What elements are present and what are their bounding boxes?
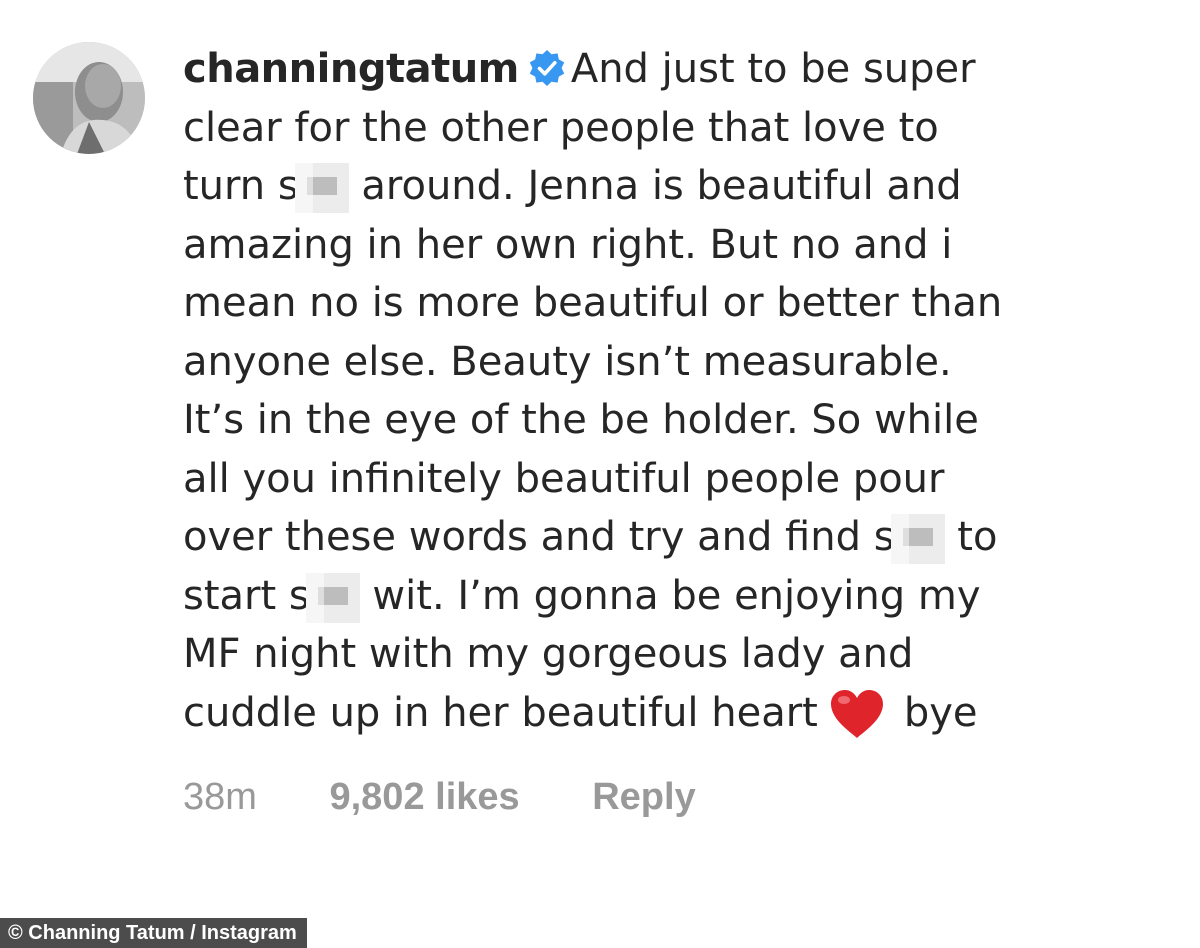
profile-photo-icon <box>33 42 145 154</box>
verified-badge-icon <box>529 50 565 86</box>
comment-line: mean no is more beautiful or better than <box>183 274 1173 333</box>
comment-text: around. Jenna is beautiful and <box>348 163 962 209</box>
comment-line: cuddle up in her beautiful heart bye <box>183 684 1173 743</box>
timestamp-link[interactable]: 38m <box>183 776 257 819</box>
comment-meta: 38m 9,802 likes Reply <box>183 776 696 819</box>
comment-line: MF night with my gorgeous lady and <box>183 625 1173 684</box>
comment-line: clear for the other people that love to <box>183 99 1173 158</box>
comment-text: bye <box>903 689 978 736</box>
avatar[interactable] <box>33 42 145 154</box>
comment-line: channingtatum And just to be super <box>183 40 1173 99</box>
username-link[interactable]: channingtatum <box>183 46 519 92</box>
comment-body: channingtatum And just to be super clear… <box>183 40 1173 742</box>
comment-text: to <box>944 514 998 560</box>
comment-text: amazing in her own right. But no and i <box>183 221 953 268</box>
comment-text: wit. I’m gonna be enjoying my <box>359 572 981 619</box>
comment-text: turn s <box>183 163 299 209</box>
comment-text: over these words and try and find s <box>183 514 895 560</box>
comment-line: anyone else. Beauty isn’t measurable. <box>183 333 1173 392</box>
comment-text: mean no is more beautiful or better than <box>183 280 1003 326</box>
comment-text: It’s in the eye of the be holder. So whi… <box>183 397 979 443</box>
comment-line: amazing in her own right. But no and i <box>183 216 1173 275</box>
photo-credit: © Channing Tatum / Instagram <box>0 918 307 948</box>
comment-line: over these words and try and find s to <box>183 508 1173 567</box>
likes-count-button[interactable]: 9,802 likes <box>329 776 519 819</box>
comment-text: And just to be super <box>570 46 976 92</box>
comment-line: start s wit. I’m gonna be enjoying my <box>183 567 1173 626</box>
comment-text: cuddle up in her beautiful heart <box>183 689 818 736</box>
reply-button[interactable]: Reply <box>592 776 695 819</box>
comment-text: clear for the other people that love to <box>183 104 939 151</box>
comment-line: all you infinitely beautiful people pour <box>183 450 1173 509</box>
censor-block <box>294 163 349 213</box>
comment-text: all you infinitely beautiful people pour <box>183 455 945 502</box>
comment-text: anyone else. Beauty isn’t measurable. <box>183 338 952 385</box>
censor-block <box>890 514 945 564</box>
comment-line: turn s around. Jenna is beautiful and <box>183 157 1173 216</box>
comment-text: start s <box>183 572 310 619</box>
comment-line: It’s in the eye of the be holder. So whi… <box>183 391 1173 450</box>
heart-icon <box>830 689 883 738</box>
censor-block <box>305 572 360 623</box>
comment-text: MF night with my gorgeous lady and <box>183 631 914 677</box>
